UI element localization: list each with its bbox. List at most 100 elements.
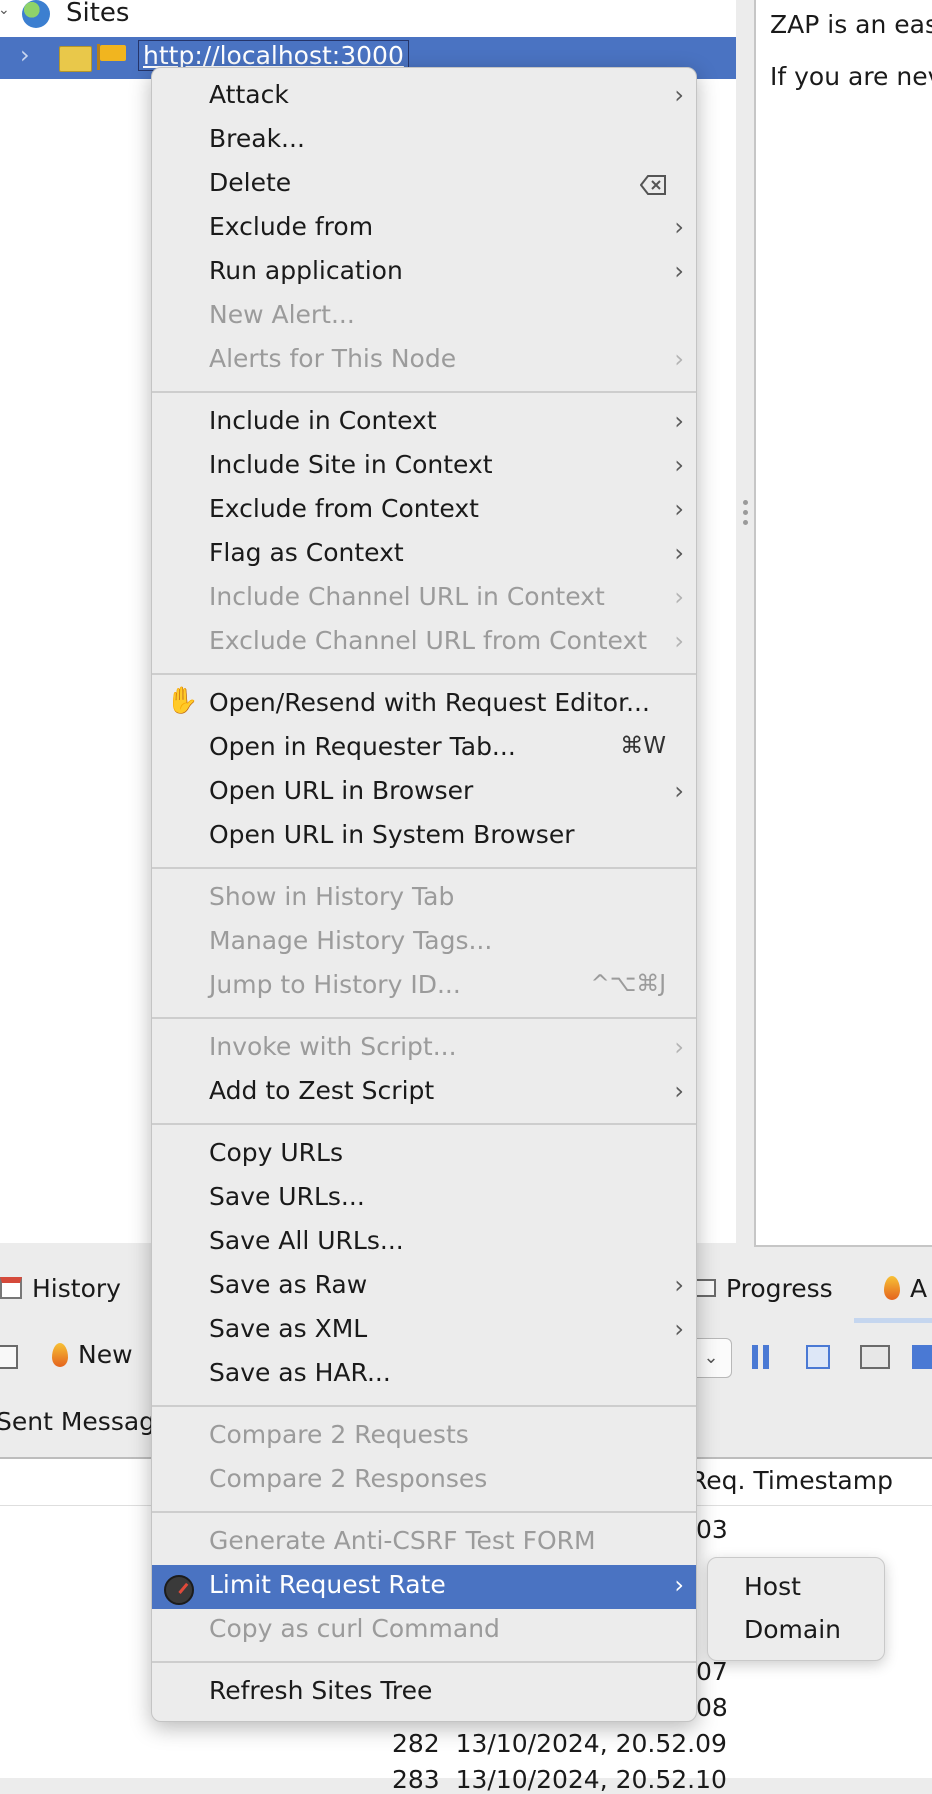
menu-item-new-alert: New Alert... [209, 300, 355, 329]
menu-item-exclude-channel-url: Exclude Channel URL from Context › [209, 626, 684, 655]
submenu-item-domain[interactable]: Domain [744, 1615, 841, 1644]
shortcut-label: ⌘W [620, 733, 666, 759]
chevron-right-icon: › [674, 583, 684, 611]
menu-item-attack[interactable]: Attack › [152, 75, 696, 119]
folder-icon [59, 46, 92, 72]
new-scan-button[interactable]: New [52, 1340, 133, 1369]
menu-item-exclude-from[interactable]: Exclude from › [152, 207, 696, 251]
chevron-right-icon: › [674, 1315, 684, 1343]
chevron-right-icon: › [674, 257, 684, 285]
context-flag-icon [97, 44, 127, 70]
info-text-line: If you are nev [770, 62, 932, 91]
menu-item-include-site-in-context[interactable]: Include Site in Context › [152, 445, 696, 489]
menu-separator [152, 1123, 696, 1125]
tab-history-label: History [32, 1273, 121, 1303]
action-icon[interactable] [912, 1345, 932, 1369]
menu-item-save-urls[interactable]: Save URLs... [152, 1177, 696, 1221]
menu-item-save-as-har[interactable]: Save as HAR... [152, 1353, 696, 1397]
table-row[interactable]: 283 13/10/2024, 20.52.10 [392, 1765, 727, 1794]
history-calendar-icon [0, 1277, 22, 1299]
tab-history[interactable]: History [0, 1257, 121, 1319]
column-header-req-timestamp[interactable]: Req. Timestamp [690, 1466, 893, 1495]
menu-item-alerts-for-node: Alerts for This Node › [209, 344, 684, 373]
menu-separator [152, 1017, 696, 1019]
pause-icon[interactable] [752, 1345, 772, 1369]
tab-progress-label: Progress [726, 1273, 833, 1303]
chevron-right-icon[interactable]: › [20, 41, 30, 69]
chevron-right-icon: › [674, 407, 684, 435]
menu-item-open-resend-request-editor[interactable]: ✋ Open/Resend with Request Editor... [152, 683, 696, 727]
menu-item-include-channel-url: Include Channel URL in Context › [209, 582, 684, 611]
menu-item-run-application[interactable]: Run application › [152, 251, 696, 295]
chevron-right-icon: › [674, 1077, 684, 1105]
progress-icon [694, 1279, 716, 1297]
menu-item-exclude-from-context[interactable]: Exclude from Context › [152, 489, 696, 533]
tab-progress[interactable]: Progress [694, 1257, 833, 1319]
row-timestamp: 13/10/2024, 20.52.10 [455, 1765, 727, 1794]
chevron-right-icon: › [674, 495, 684, 523]
tab-alerts-label: A [910, 1273, 928, 1303]
menu-item-jump-to-history-id: Jump to History ID... ^⌥⌘J [209, 970, 666, 999]
new-button-label: New [78, 1340, 133, 1369]
options-icon[interactable] [0, 1345, 18, 1369]
menu-item-break[interactable]: Break... [152, 119, 696, 163]
menu-item-open-in-requester-tab[interactable]: Open in Requester Tab... ⌘W [152, 727, 696, 771]
menu-separator [152, 391, 696, 393]
sites-label: Sites [66, 0, 130, 28]
menu-item-invoke-with-script: Invoke with Script... › [209, 1032, 684, 1061]
menu-item-manage-history-tags: Manage History Tags... [209, 926, 493, 955]
menu-separator [152, 1511, 696, 1513]
speedometer-icon [164, 1575, 194, 1605]
chevron-right-icon: › [674, 1571, 684, 1599]
menu-item-open-url-system-browser[interactable]: Open URL in System Browser [152, 815, 696, 859]
chevron-right-icon: › [674, 627, 684, 655]
menu-item-refresh-sites-tree[interactable]: Refresh Sites Tree [152, 1671, 696, 1715]
delete-key-icon [640, 175, 666, 195]
monitor-icon[interactable] [860, 1345, 890, 1369]
tab-alerts[interactable]: A [884, 1257, 927, 1319]
menu-separator [152, 867, 696, 869]
globe-icon [22, 0, 50, 28]
chevron-right-icon: › [674, 451, 684, 479]
menu-item-limit-request-rate[interactable]: Limit Request Rate › [152, 1565, 696, 1609]
row-timestamp: 13/10/2024, 20.52.09 [455, 1729, 727, 1758]
stop-icon[interactable] [806, 1345, 830, 1369]
tab-sent-messages[interactable]: Sent Messag [0, 1407, 155, 1436]
info-text-line: ZAP is an eas [770, 10, 932, 39]
chevron-right-icon: › [674, 539, 684, 567]
menu-item-open-url-in-browser[interactable]: Open URL in Browser › [152, 771, 696, 815]
shortcut-label: ^⌥⌘J [590, 971, 666, 997]
menu-item-copy-as-curl: Copy as curl Command [209, 1614, 500, 1643]
flame-icon [884, 1276, 900, 1300]
chevron-right-icon: › [674, 213, 684, 241]
menu-item-delete[interactable]: Delete [152, 163, 696, 207]
menu-item-save-as-raw[interactable]: Save as Raw › [152, 1265, 696, 1309]
menu-item-add-to-zest-script[interactable]: Add to Zest Script › [152, 1071, 696, 1115]
menu-item-save-all-urls[interactable]: Save All URLs... [152, 1221, 696, 1265]
table-row[interactable]: 282 13/10/2024, 20.52.09 [392, 1729, 727, 1758]
menu-item-flag-as-context[interactable]: Flag as Context › [152, 533, 696, 577]
expand-down-icon[interactable]: ⌄ [0, 2, 10, 18]
splitter-handle[interactable] [743, 500, 749, 530]
menu-item-generate-anti-csrf: Generate Anti-CSRF Test FORM [209, 1526, 596, 1555]
flame-icon [52, 1342, 68, 1367]
menu-separator [152, 673, 696, 675]
submenu-item-host[interactable]: Host [744, 1572, 801, 1601]
chevron-right-icon: › [674, 1271, 684, 1299]
menu-item-copy-urls[interactable]: Copy URLs [152, 1133, 696, 1177]
chevron-right-icon: › [674, 777, 684, 805]
menu-item-save-as-xml[interactable]: Save as XML › [152, 1309, 696, 1353]
limit-request-rate-submenu: Host Domain [707, 1557, 885, 1661]
chevron-right-icon: › [674, 81, 684, 109]
menu-item-compare-responses: Compare 2 Responses [209, 1464, 488, 1493]
context-menu: Attack › Break... Delete Exclude from › Ru… [151, 67, 697, 1722]
hand-icon: ✋ [166, 686, 199, 716]
chevron-right-icon: › [674, 1033, 684, 1061]
menu-separator [152, 1405, 696, 1407]
chevron-right-icon: › [674, 345, 684, 373]
welcome-info-panel: ZAP is an eas If you are nev [754, 0, 932, 1247]
menu-item-show-in-history-tab: Show in History Tab [209, 882, 455, 911]
row-id: 282 [392, 1729, 440, 1758]
menu-item-include-in-context[interactable]: Include in Context › [152, 401, 696, 445]
menu-item-compare-requests: Compare 2 Requests [209, 1420, 469, 1449]
